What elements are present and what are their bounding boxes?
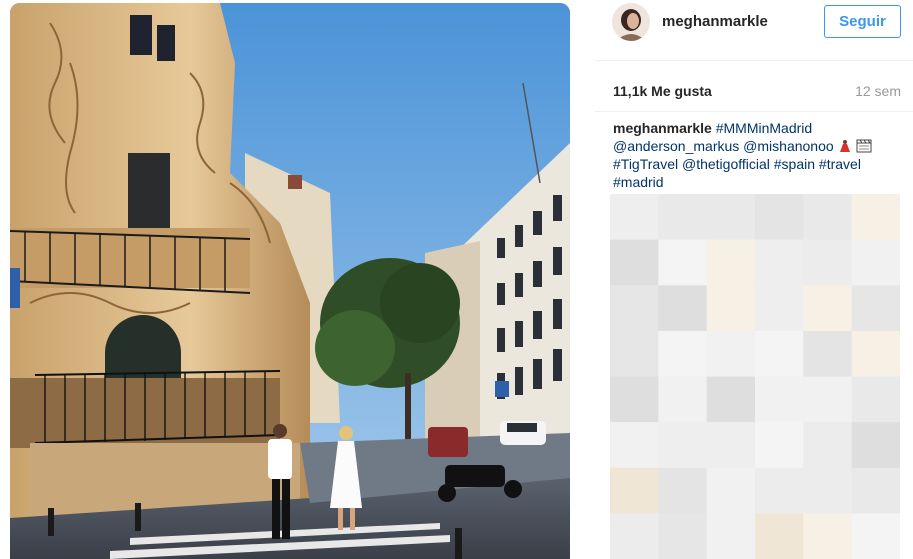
mention-link[interactable]: @anderson_markus — [613, 138, 739, 154]
mosaic-cell — [706, 376, 756, 423]
mosaic-cell — [706, 330, 756, 377]
madrid-street-photo — [10, 3, 570, 559]
mosaic-cell — [658, 330, 708, 377]
mosaic-cell — [851, 330, 900, 377]
likes-row: 11,1k Me gusta 12 sem — [613, 83, 903, 103]
hashtag-link[interactable]: #travel — [819, 156, 861, 172]
mosaic-cell — [610, 513, 659, 559]
mosaic-cell — [755, 467, 804, 514]
mosaic-cell — [610, 239, 659, 286]
post-username[interactable]: meghanmarkle — [662, 13, 768, 30]
mosaic-cell — [658, 513, 708, 559]
mosaic-cell — [803, 239, 853, 286]
blurred-comments-mosaic — [610, 194, 900, 559]
mosaic-cell — [803, 376, 853, 423]
mosaic-cell — [658, 285, 708, 332]
mosaic-cell — [851, 285, 900, 332]
mosaic-cell — [851, 194, 900, 241]
mosaic-cell — [755, 376, 804, 423]
mosaic-cell — [706, 285, 756, 332]
mosaic-cell — [706, 422, 756, 469]
mosaic-cell — [851, 239, 900, 286]
mosaic-cell — [851, 467, 900, 514]
mention-link[interactable]: @mishanonoo — [743, 138, 834, 154]
mosaic-cell — [851, 376, 900, 423]
mosaic-cell — [706, 467, 756, 514]
mosaic-cell — [755, 422, 804, 469]
mosaic-cell — [803, 422, 853, 469]
dancer-emoji-icon — [837, 139, 853, 153]
mosaic-cell — [610, 330, 659, 377]
mosaic-cell — [803, 285, 853, 332]
mosaic-cell — [610, 376, 659, 423]
avatar[interactable] — [612, 3, 650, 41]
mosaic-cell — [803, 467, 853, 514]
pixelated-comments — [610, 194, 900, 559]
mosaic-cell — [658, 376, 708, 423]
post-photo[interactable] — [10, 3, 570, 559]
mosaic-cell — [706, 194, 756, 241]
mosaic-cell — [803, 330, 853, 377]
mosaic-cell — [851, 513, 900, 559]
mosaic-cell — [658, 422, 708, 469]
mosaic-cell — [755, 239, 804, 286]
mosaic-cell — [706, 239, 756, 286]
caption-username[interactable]: meghanmarkle — [613, 120, 712, 136]
mosaic-cell — [755, 513, 804, 559]
mosaic-cell — [610, 422, 659, 469]
mosaic-cell — [755, 285, 804, 332]
mosaic-cell — [803, 513, 853, 559]
hashtag-link[interactable]: #MMMinMadrid — [716, 120, 812, 136]
post-sidebar: meghanmarkle Seguir 11,1k Me gusta 12 se… — [595, 0, 913, 559]
clapperboard-emoji-icon — [856, 139, 872, 153]
mosaic-cell — [610, 285, 659, 332]
mosaic-cell — [658, 467, 708, 514]
post-header: meghanmarkle Seguir — [595, 0, 913, 60]
divider — [595, 111, 913, 112]
hashtag-link[interactable]: #TigTravel — [613, 156, 678, 172]
mosaic-cell — [706, 513, 756, 559]
post-caption: meghanmarkle #MMMinMadrid @anderson_mark… — [613, 119, 903, 191]
mosaic-cell — [610, 194, 659, 241]
mosaic-cell — [658, 239, 708, 286]
mosaic-cell — [803, 194, 853, 241]
mention-link[interactable]: @thetigofficial — [682, 156, 770, 172]
mosaic-cell — [755, 194, 804, 241]
hashtag-link[interactable]: #madrid — [613, 174, 664, 190]
like-count[interactable]: 11,1k Me gusta — [613, 83, 712, 99]
mosaic-cell — [610, 467, 659, 514]
mosaic-cell — [658, 194, 708, 241]
divider — [595, 60, 913, 61]
mosaic-cell — [851, 422, 900, 469]
follow-button[interactable]: Seguir — [824, 5, 901, 38]
hashtag-link[interactable]: #spain — [774, 156, 815, 172]
post-timestamp[interactable]: 12 sem — [855, 83, 901, 99]
profile-photo-icon — [612, 3, 650, 41]
mosaic-cell — [755, 330, 804, 377]
